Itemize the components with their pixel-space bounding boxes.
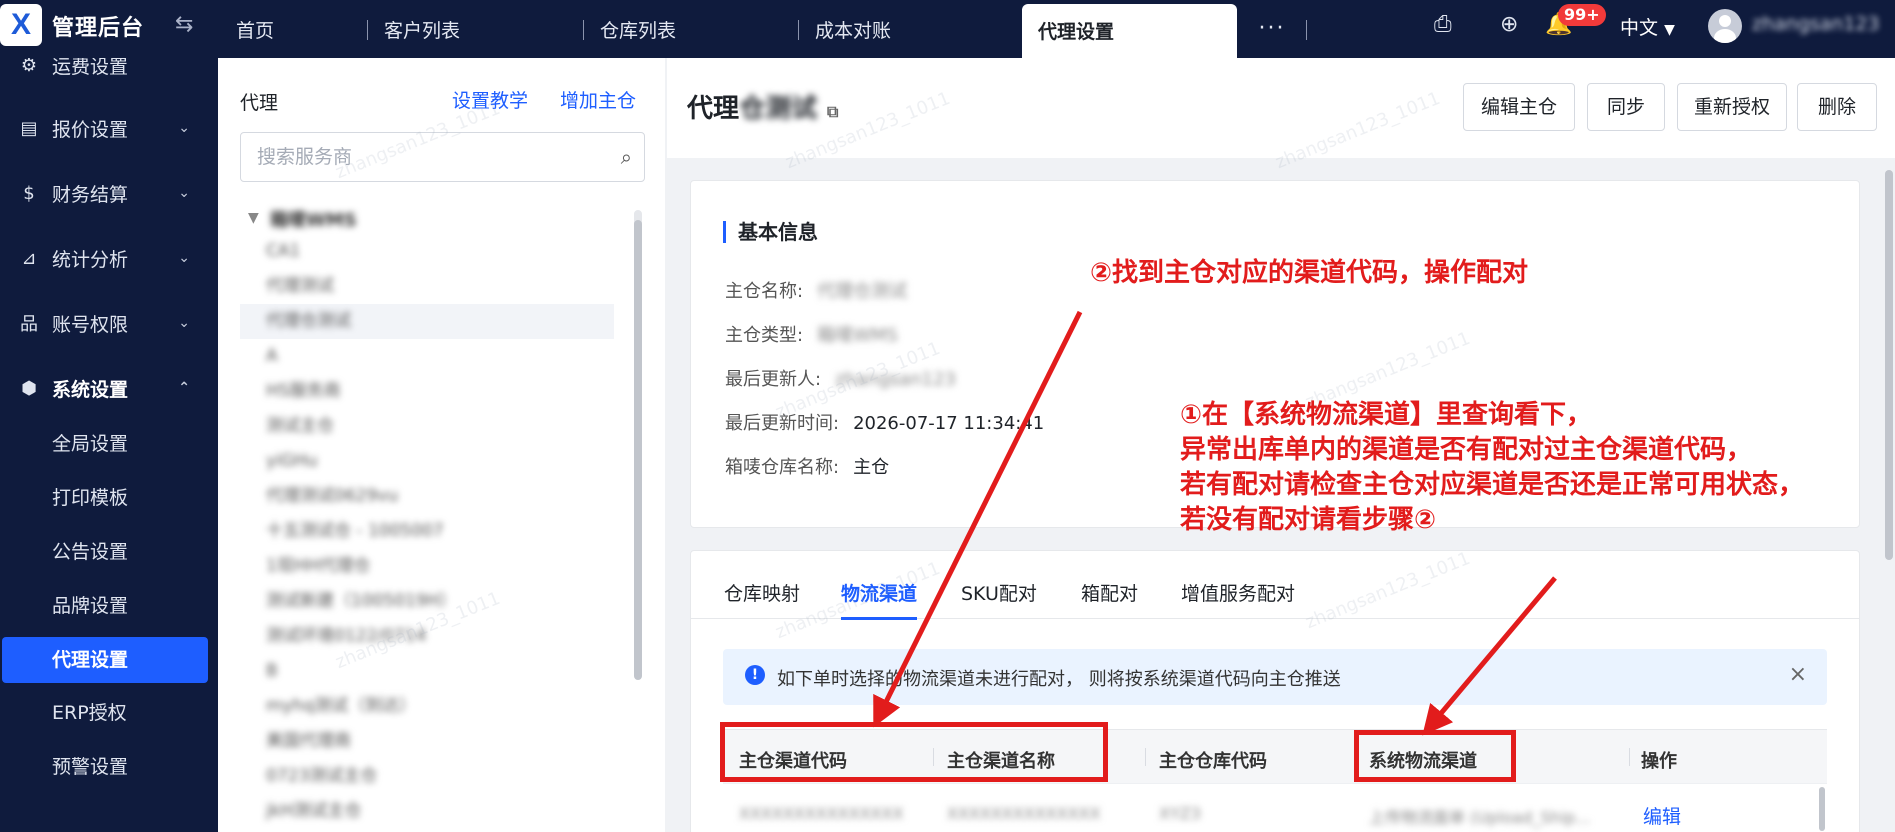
arrow-step2	[873, 310, 1083, 728]
annotation-arrows	[873, 310, 1557, 736]
arrow-step1	[1422, 576, 1557, 736]
